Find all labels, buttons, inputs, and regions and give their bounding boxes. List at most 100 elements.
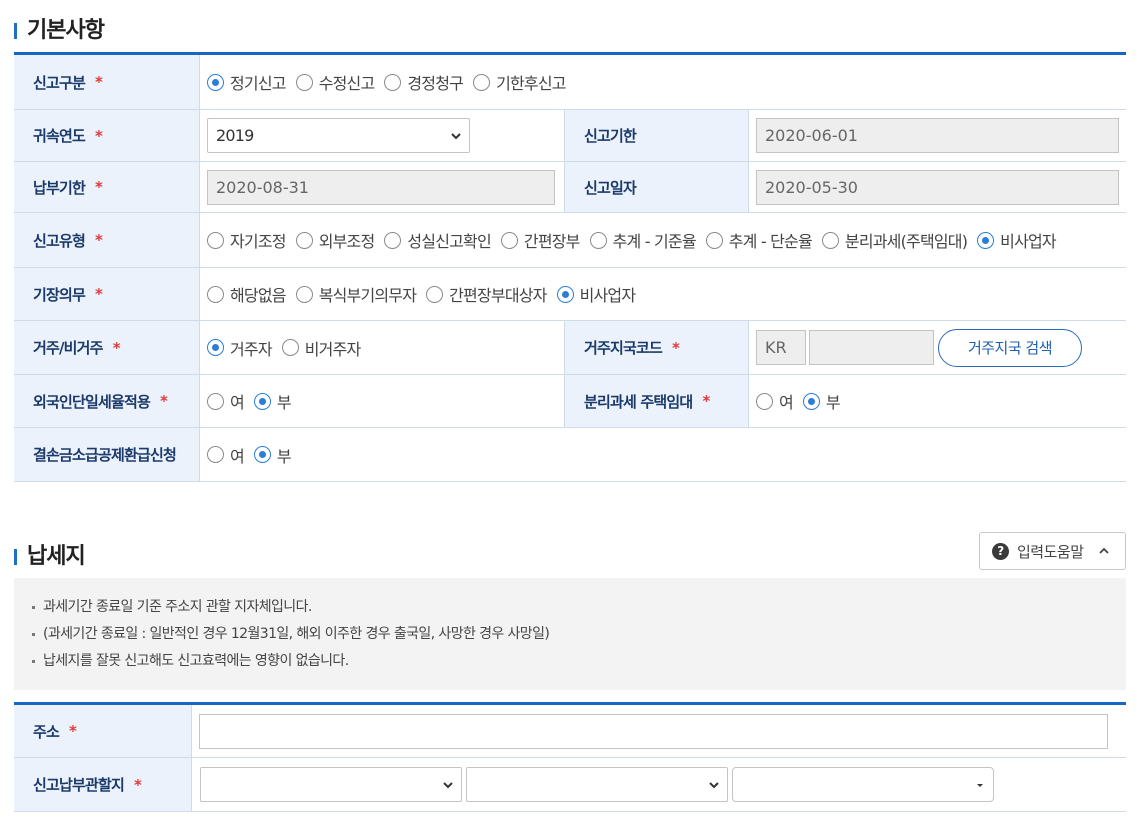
row-year: 귀속연도 * 2019 신고기한 2020-06-01 [14,110,1126,162]
label-address: 주소 * [14,705,192,757]
question-icon: ? [992,542,1009,560]
radio-option-label: 수정신고 [318,74,375,93]
row-report-kind: 신고유형 * 자기조정 외부조정 성실신고확인 간편장부 추계 - 기준율 추계 - 단순율… [14,213,1126,268]
radio-option[interactable]: 복식부기의무자 [295,282,417,306]
radio-option-label: 자기조정 [230,232,286,251]
report-date-field[interactable]: 2020-05-30 [756,169,1119,205]
title-bar [14,23,17,39]
radio-option-label: 추계 - 기준율 [612,232,697,251]
label-text: 분리과세 주택임대 [584,392,693,411]
label-text: 결손금소급공제환급신청 [33,446,177,464]
label-text: 납부기한 [33,178,86,197]
radio-option[interactable]: 자기조정 [207,228,286,252]
radio-group-report-type: 정기신고 수정신고 경정청구 기한후신고 [200,55,576,109]
radio-option[interactable]: 추계 - 기준율 [589,228,697,252]
pay-deadline-field[interactable]: 2020-08-31 [207,169,555,205]
required-mark: * [672,338,680,357]
radio-option[interactable]: 수정신고 [295,70,375,94]
row-bookkeeping: 기장의무 * 해당없음 복식부기의무자 간편장부대상자 비사업자 [14,268,1126,321]
radio-option[interactable]: 부 [802,389,841,413]
section-title-taxplace: 납세지 [14,538,86,570]
radio-group-report-kind: 자기조정 외부조정 성실신고확인 간편장부 추계 - 기준율 추계 - 단순율 분리과세(주… [200,213,1066,267]
radio-option[interactable]: 여 [756,389,794,413]
label-text: 기장의무 [33,285,86,304]
notice-item: 과세기간 종료일 기준 주소지 관할 지자체입니다. [32,594,1126,621]
label-report-type: 신고구분 * [14,55,200,109]
radio-option[interactable]: 경정청구 [384,70,464,94]
required-mark: * [95,231,103,249]
basic-info-form: 신고구분 * 정기신고 수정신고 경정청구 기한후신고 귀속연도 * 2019 신고기한 … [14,52,1126,482]
radio-option[interactable]: 여 [207,443,245,467]
radio-group-rental: 여부 [749,375,1126,427]
radio-option-label: 해당없음 [230,286,286,305]
radio-option[interactable]: 해당없음 [207,282,286,306]
input-help-button[interactable]: ? 입력도움말 [979,532,1126,570]
radio-unchecked-icon [281,339,299,356]
radio-option[interactable]: 부 [253,443,292,467]
radio-unchecked-icon [705,231,723,249]
country-code-field[interactable]: KR [756,330,806,365]
radio-option-label: 여 [230,446,245,466]
row-jurisdiction: 신고납부관할지 * [14,758,1126,812]
radio-option-label: 비사업자 [1000,232,1056,251]
radio-group-flat-rate: 여부 [200,375,564,427]
jurisdiction-select-2[interactable] [466,767,728,802]
deadline-field[interactable]: 2020-06-01 [756,118,1119,153]
radio-option[interactable]: 비사업자 [977,228,1057,252]
label-text: 신고일자 [584,178,637,197]
country-search-label: 거주지국 검색 [967,339,1053,357]
radio-option[interactable]: 간편장부대상자 [426,282,547,306]
chevron-up-icon [1098,547,1109,554]
row-flat-rate: 외국인단일세율적용 * 여부 분리과세 주택임대 * 여부 [14,375,1126,428]
radio-option[interactable]: 성실신고확인 [384,228,492,252]
address-input[interactable] [199,713,1108,749]
label-text: 주소 [33,722,60,741]
required-mark: * [112,338,121,357]
radio-option[interactable]: 간편장부 [500,228,580,252]
radio-option[interactable]: 비거주자 [281,336,361,360]
notice-item: 납세지를 잘못 신고해도 신고효력에는 영향이 없습니다. [32,648,1126,675]
year-select[interactable]: 2019 [207,118,470,153]
radio-unchecked-icon [207,231,224,249]
radio-option[interactable]: 기한후신고 [473,70,566,94]
pay-deadline-cell: 2020-08-31 [200,162,564,212]
radio-option[interactable]: 정기신고 [207,70,286,94]
radio-option-label: 비거주자 [304,339,361,359]
label-text: 거주/비거주 [33,339,103,357]
radio-option-label: 부 [276,446,292,466]
radio-option[interactable]: 외부조정 [295,228,375,252]
jurisdiction-select-1[interactable] [200,767,462,802]
notice-list: 과세기간 종료일 기준 주소지 관할 지자체입니다. (과세기간 종료일 : 일… [32,594,1126,675]
radio-option[interactable]: 거주자 [207,336,273,360]
radio-unchecked-icon [295,285,313,303]
radio-option-label: 경정청구 [407,74,464,93]
year-select-value: 2019 [216,126,254,145]
radio-option[interactable]: 비사업자 [556,282,636,306]
row-residency: 거주/비거주 * 거주자 비거주자 거주지국코드 * KR 거주지국 검색 [14,321,1126,375]
radio-option-label: 간편장부대상자 [449,286,547,305]
label-year: 귀속연도 * [14,110,200,161]
required-mark: * [160,392,168,410]
section-title-text: 기본사항 [27,18,105,43]
caret-down-icon [977,783,983,787]
jurisdiction-select-3[interactable] [732,767,994,802]
required-mark: * [134,775,142,794]
radio-option[interactable]: 분리과세(주택임대) [821,228,968,252]
country-name-field[interactable] [809,330,934,365]
section-title-text: 납세지 [27,544,86,569]
address-cell [192,705,1126,757]
radio-option[interactable]: 추계 - 단순율 [705,228,813,252]
radio-checked-icon [207,73,224,91]
label-jurisdiction: 신고납부관할지 * [14,758,192,811]
required-mark: * [95,178,103,196]
label-pay-deadline: 납부기한 * [14,162,200,212]
radio-option[interactable]: 부 [253,389,292,413]
radio-option[interactable]: 여 [207,389,245,413]
radio-checked-icon [207,339,224,356]
country-code-value: KR [765,338,787,357]
required-mark: * [95,126,103,145]
country-search-button[interactable]: 거주지국 검색 [938,328,1082,367]
row-pay-deadline: 납부기한 * 2020-08-31 신고일자 2020-05-30 [14,162,1126,213]
deadline-value: 2020-06-01 [765,126,858,145]
radio-unchecked-icon [207,446,224,463]
